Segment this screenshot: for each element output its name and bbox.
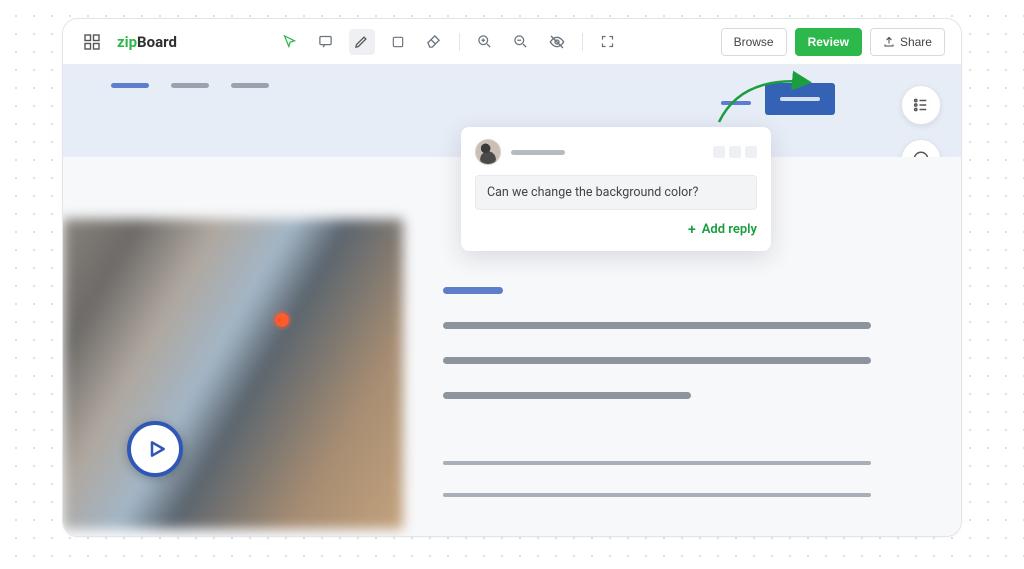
task-list-button[interactable] <box>901 85 941 125</box>
tab-active[interactable] <box>111 83 149 88</box>
author-avatar[interactable] <box>475 139 501 165</box>
app-window: zipBoard <box>62 18 962 537</box>
subheader-skel <box>721 101 751 105</box>
top-toolbar: zipBoard <box>63 19 961 65</box>
cta-label-skel <box>780 97 820 101</box>
paragraph-skel <box>443 357 871 364</box>
plus-icon: + <box>688 223 696 237</box>
comment-body: Can we change the background color? <box>475 175 757 210</box>
annotation-tools-group <box>277 29 621 55</box>
comment-popover: Can we change the background color? + Ad… <box>461 127 771 251</box>
author-name-skel <box>511 150 565 155</box>
browse-label: Browse <box>734 35 774 49</box>
comment-header <box>475 139 757 165</box>
tool-separator <box>582 33 583 51</box>
eraser-tool[interactable] <box>421 29 447 55</box>
paragraph-skel <box>443 461 871 465</box>
video-blur-bg <box>63 219 403 529</box>
review-button[interactable]: Review <box>795 28 862 56</box>
cursor-tool[interactable] <box>277 29 303 55</box>
comment-tool[interactable] <box>313 29 339 55</box>
content-text-column <box>443 287 961 536</box>
share-icon <box>883 36 895 48</box>
pencil-tool[interactable] <box>349 29 375 55</box>
brand-logo[interactable]: zipBoard <box>117 33 177 51</box>
hide-annotations-tool[interactable] <box>544 29 570 55</box>
brand-part1: zip <box>117 33 137 51</box>
paragraph-skel <box>443 392 691 399</box>
paragraph-skel <box>443 493 871 497</box>
tab-row <box>111 83 269 88</box>
add-reply-label: Add reply <box>702 222 757 237</box>
play-button[interactable] <box>127 421 183 477</box>
fullscreen-tool[interactable] <box>595 29 621 55</box>
review-label: Review <box>808 35 849 49</box>
zoom-in-tool[interactable] <box>472 29 498 55</box>
play-icon <box>147 438 167 460</box>
comment-actions[interactable] <box>713 146 757 158</box>
share-button[interactable]: Share <box>870 28 945 56</box>
zoom-out-tool[interactable] <box>508 29 534 55</box>
apps-grid-icon[interactable] <box>79 29 105 55</box>
paragraph-skel <box>443 322 871 329</box>
primary-cta-button[interactable] <box>765 83 835 115</box>
annotation-pin[interactable] <box>275 313 289 327</box>
tab-item[interactable] <box>171 83 209 88</box>
toolbar-right-actions: Browse Review Share <box>721 28 945 56</box>
add-reply-button[interactable]: + Add reply <box>475 222 757 237</box>
rectangle-tool[interactable] <box>385 29 411 55</box>
tool-separator <box>459 33 460 51</box>
video-thumbnail[interactable] <box>63 219 403 529</box>
tab-item[interactable] <box>231 83 269 88</box>
browse-button[interactable]: Browse <box>721 28 787 56</box>
heading-skel <box>443 287 503 294</box>
brand-part2: Board <box>137 33 177 51</box>
share-label: Share <box>900 35 932 49</box>
